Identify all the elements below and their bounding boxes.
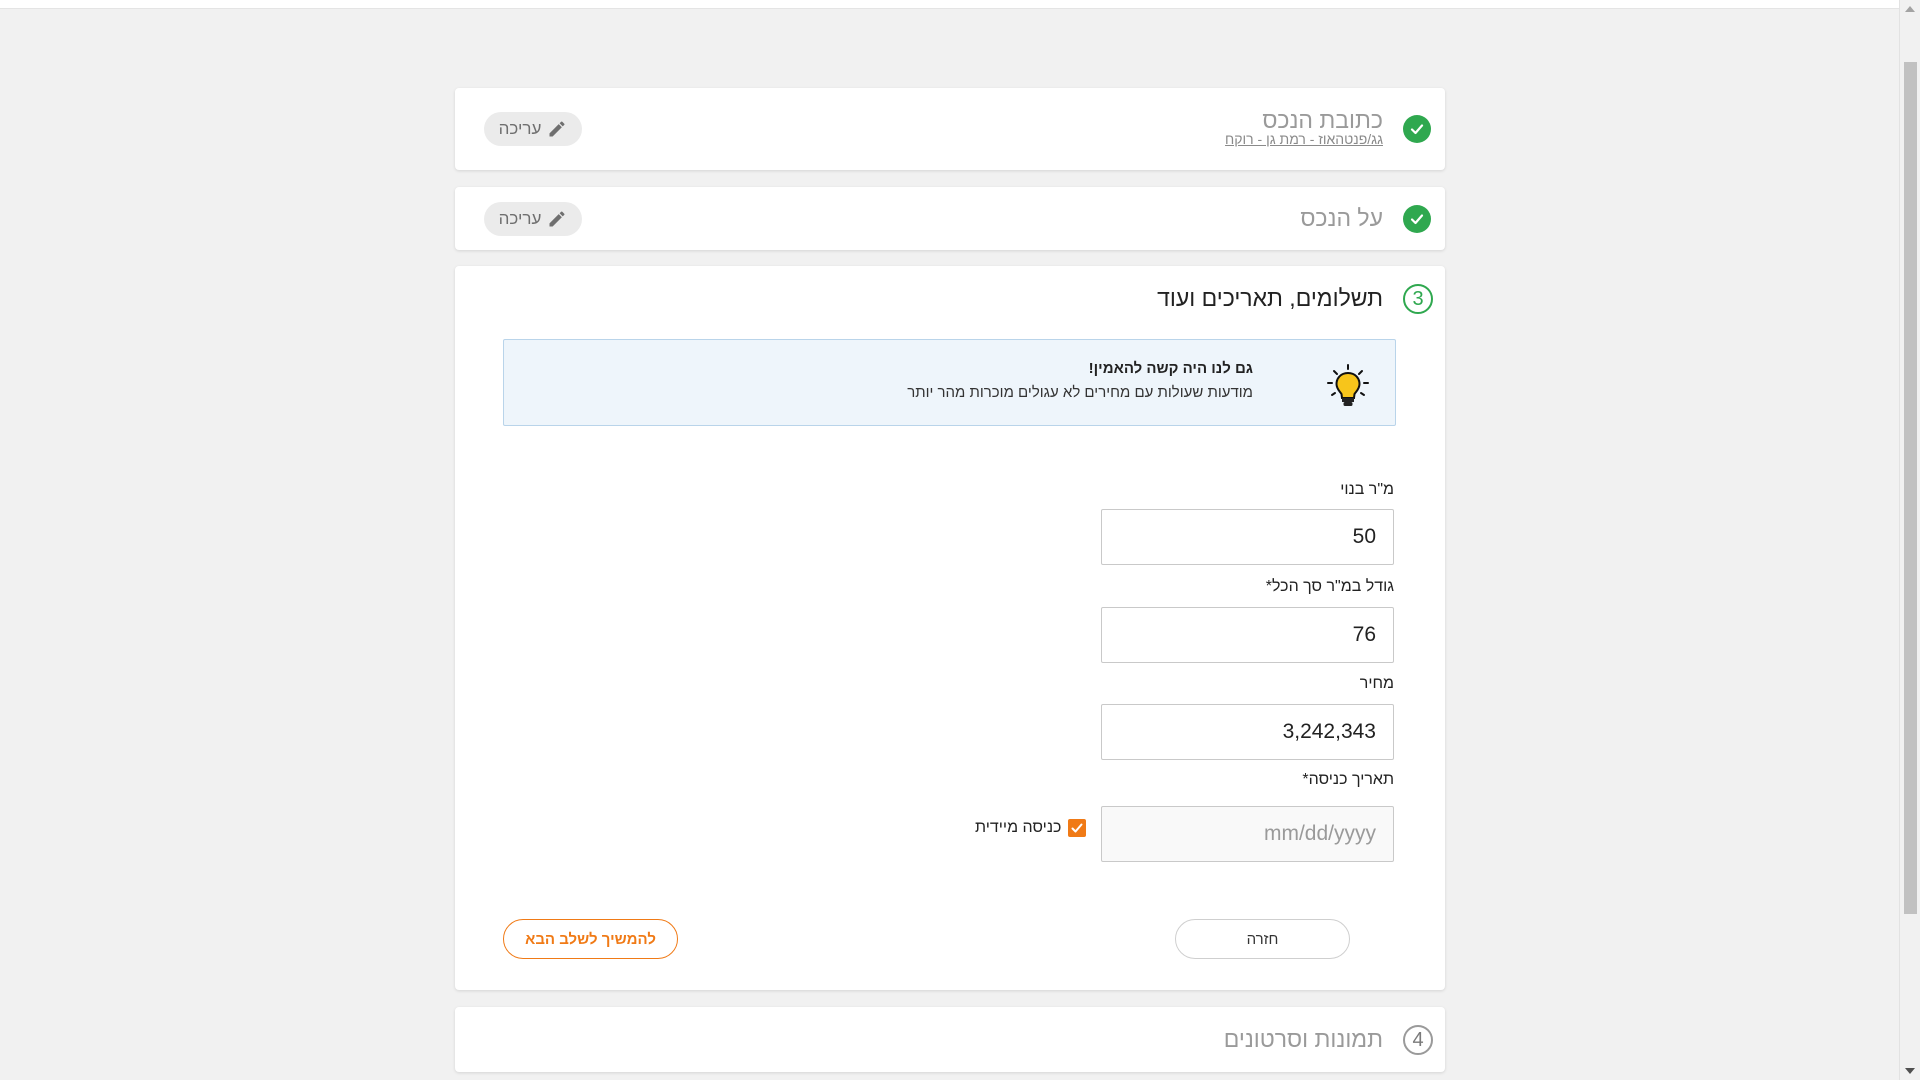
edit-label: עריכה <box>498 119 542 138</box>
entry-date-label: תאריך כניסה* <box>1302 771 1394 788</box>
top-bar <box>0 0 1899 9</box>
tip-box: גם לנו היה קשה להאמין! מודעות שעולות עם … <box>503 339 1396 426</box>
check-circle-icon <box>1403 205 1431 233</box>
scroll-down-arrow-icon[interactable] <box>1905 1068 1915 1074</box>
step-address-card: כתובת הנכס גג/פנטהאוז - רמת גן - רוקח ער… <box>455 88 1445 170</box>
immediate-entry-checkbox[interactable]: כניסה מיידית <box>975 819 1087 837</box>
edit-label: עריכה <box>498 209 542 228</box>
price-input[interactable]: 3,242,343 <box>1101 704 1394 760</box>
scrollbar-thumb[interactable] <box>1904 62 1917 914</box>
edit-about-button[interactable]: עריכה <box>484 202 582 236</box>
entry-date-input[interactable]: mm/dd/yyyy <box>1101 806 1394 862</box>
step-about-card: על הנכס עריכה <box>455 187 1445 250</box>
pencil-icon <box>549 121 565 137</box>
step-address-subtitle[interactable]: גג/פנטהאוז - רמת גן - רוקח <box>1225 131 1383 147</box>
vertical-scrollbar[interactable] <box>1899 0 1920 1080</box>
immediate-entry-label: כניסה מיידית <box>975 819 1062 836</box>
tip-title: גם לנו היה קשה להאמין! <box>1088 360 1253 377</box>
step-number-badge: 3 <box>1403 284 1433 314</box>
scroll-up-arrow-icon[interactable] <box>1905 6 1915 12</box>
step-number-badge: 4 <box>1403 1025 1433 1055</box>
checkbox-checked-icon[interactable] <box>1068 819 1087 837</box>
pencil-icon <box>549 211 565 227</box>
total-sqm-label: גודל במ"ר סך הכל* <box>1265 578 1394 595</box>
step-about-title: על הנכס <box>1300 205 1383 231</box>
step-payments-card: 3 תשלומים, תאריכים ועוד גם לנו היה קשה ל… <box>455 266 1445 990</box>
tip-text: מודעות שעולות עם מחירים לא עגולים מוכרות… <box>907 384 1253 401</box>
total-sqm-input[interactable]: 76 <box>1101 607 1394 663</box>
built-sqm-input[interactable]: 50 <box>1101 509 1394 565</box>
back-button[interactable]: חזרה <box>1175 919 1350 959</box>
price-label: מחיר <box>1359 675 1394 692</box>
step-payments-title: תשלומים, תאריכים ועוד <box>1157 285 1383 311</box>
edit-address-button[interactable]: עריכה <box>484 112 582 146</box>
step-address-title: כתובת הנכס <box>1262 107 1383 133</box>
built-sqm-label: מ"ר בנוי <box>1340 481 1394 498</box>
step-media-card: 4 תמונות וסרטונים <box>455 1007 1445 1072</box>
next-step-button[interactable]: להמשיך לשלב הבא <box>503 919 678 959</box>
step-media-title: תמונות וסרטונים <box>1223 1026 1383 1052</box>
lightbulb-icon <box>1327 364 1369 406</box>
check-circle-icon <box>1403 115 1431 143</box>
